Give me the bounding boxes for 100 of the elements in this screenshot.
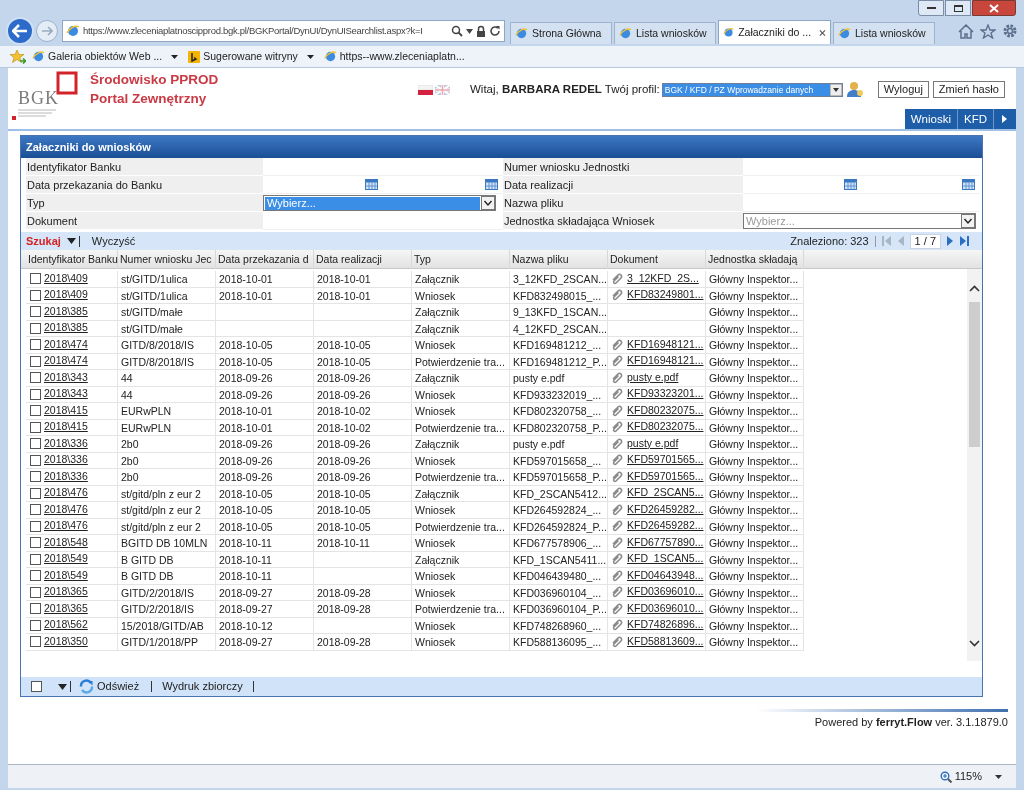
lock-icon[interactable] xyxy=(476,25,486,37)
next-page-icon[interactable] xyxy=(947,236,954,246)
row-checkbox[interactable] xyxy=(30,471,41,483)
row-checkbox[interactable] xyxy=(30,405,41,417)
favorites-icon[interactable] xyxy=(10,49,26,64)
id-link[interactable]: 2018\385 xyxy=(44,320,88,337)
browser-tab[interactable]: Załaczniki do ... xyxy=(718,20,831,44)
document-link[interactable]: KFD26459282... xyxy=(627,501,704,518)
id-link[interactable]: 2018\549 xyxy=(44,567,88,584)
document-link[interactable]: pusty e.pdf xyxy=(627,435,679,452)
id-link[interactable]: 2018\476 xyxy=(44,501,88,518)
id-link[interactable]: 2018\549 xyxy=(44,551,88,568)
id-link[interactable]: 2018\365 xyxy=(44,600,88,617)
address-bar[interactable]: https://www.zleceniaplatnoscipprod.bgk.pl/BGKPortal/DynUI/DynUISearchlist.aspx?k=I xyxy=(62,20,505,42)
back-button[interactable] xyxy=(6,17,34,45)
zoom-level[interactable]: 115% xyxy=(954,768,982,785)
caret-icon[interactable] xyxy=(66,238,76,244)
row-checkbox[interactable] xyxy=(30,339,41,351)
column-header[interactable]: Data realizacji xyxy=(314,250,412,269)
row-checkbox[interactable] xyxy=(30,322,41,334)
document-link[interactable]: KFD80232075... xyxy=(627,419,704,436)
row-checkbox[interactable] xyxy=(30,586,41,598)
page-number-field[interactable]: 1 / 7 xyxy=(909,233,941,249)
select-all-checkbox[interactable] xyxy=(31,681,42,692)
id-link[interactable]: 2018\562 xyxy=(44,617,88,634)
column-header[interactable]: Identyfikator Banku xyxy=(26,250,118,269)
search-link[interactable]: Szukaj xyxy=(26,232,61,250)
favorite-link[interactable]: https--www.zleceniaplatn... xyxy=(339,48,465,65)
id-link[interactable]: 2018\385 xyxy=(44,303,88,320)
document-link[interactable]: KFD03696010... xyxy=(627,584,704,601)
caret-icon[interactable] xyxy=(58,683,67,690)
dropdown-caret-icon[interactable] xyxy=(961,214,975,228)
calendar-icon[interactable] xyxy=(962,179,975,190)
id-link[interactable]: 2018\548 xyxy=(44,534,88,551)
search-icon[interactable] xyxy=(451,25,463,37)
id-link[interactable]: 2018\476 xyxy=(44,485,88,502)
document-link[interactable]: KFD16948121... xyxy=(627,336,704,353)
column-header[interactable]: Typ xyxy=(412,250,510,269)
calendar-icon[interactable] xyxy=(843,179,857,190)
settings-icon[interactable] xyxy=(1002,23,1018,39)
column-header[interactable]: Dokument xyxy=(608,250,706,269)
document-link[interactable]: KFD59701565... xyxy=(627,468,704,485)
browser-tab[interactable]: Strona Główna xyxy=(510,22,612,44)
row-checkbox[interactable] xyxy=(30,289,41,301)
row-checkbox[interactable] xyxy=(30,520,41,532)
row-checkbox[interactable] xyxy=(30,537,41,549)
column-header[interactable]: Nazwa pliku xyxy=(510,250,608,269)
row-checkbox[interactable] xyxy=(30,388,41,400)
clear-link[interactable]: Wyczyść xyxy=(91,232,136,250)
row-checkbox[interactable] xyxy=(30,355,41,367)
maximize-button[interactable] xyxy=(945,0,971,16)
row-checkbox[interactable] xyxy=(30,273,41,285)
document-link[interactable]: KFD80232075... xyxy=(627,402,704,419)
id-link[interactable]: 2018\476 xyxy=(44,518,88,535)
id-link[interactable]: 2018\409 xyxy=(44,287,88,304)
browser-tab[interactable]: Lista wniosków xyxy=(833,22,935,44)
document-link[interactable]: KFD26459282... xyxy=(627,518,704,535)
row-checkbox[interactable] xyxy=(30,421,41,433)
id-link[interactable]: 2018\365 xyxy=(44,584,88,601)
row-checkbox[interactable] xyxy=(30,438,41,450)
id-link[interactable]: 2018\336 xyxy=(44,452,88,469)
row-checkbox[interactable] xyxy=(30,454,41,466)
document-link[interactable]: KFD_2SCAN5... xyxy=(627,485,704,502)
row-checkbox[interactable] xyxy=(30,603,41,615)
caret-icon[interactable] xyxy=(995,774,1002,779)
id-link[interactable]: 2018\350 xyxy=(44,633,88,650)
nav-tab[interactable]: KFD xyxy=(958,109,994,129)
row-checkbox[interactable] xyxy=(30,504,41,516)
row-checkbox[interactable] xyxy=(30,570,41,582)
refresh-icon[interactable] xyxy=(489,25,501,37)
last-page-icon[interactable] xyxy=(960,236,969,246)
calendar-icon[interactable] xyxy=(365,179,378,190)
document-link[interactable]: pusty e.pdf xyxy=(627,369,679,386)
favorite-link[interactable]: Sugerowane witryny xyxy=(203,48,298,65)
id-link[interactable]: 2018\474 xyxy=(44,353,88,370)
dropdown-caret-icon[interactable] xyxy=(481,196,495,210)
calendar-icon[interactable] xyxy=(485,179,498,190)
scrollbar[interactable] xyxy=(967,269,982,661)
caret-icon[interactable] xyxy=(171,54,179,59)
nav-tab[interactable]: Wnioski xyxy=(904,109,958,129)
star-icon[interactable] xyxy=(980,23,996,39)
row-checkbox[interactable] xyxy=(30,619,41,631)
row-checkbox[interactable] xyxy=(30,306,41,318)
dropdown-caret-icon[interactable] xyxy=(466,28,473,34)
document-link[interactable]: KFD03696010... xyxy=(627,600,704,617)
caret-icon[interactable] xyxy=(306,54,314,59)
row-checkbox[interactable] xyxy=(30,487,41,499)
column-header[interactable]: Data przekazania d xyxy=(216,250,314,269)
zoom-icon[interactable] xyxy=(939,770,952,783)
browser-tab[interactable]: Lista wniosków xyxy=(614,22,716,44)
document-link[interactable]: KFD67757890... xyxy=(627,534,704,551)
id-link[interactable]: 2018\343 xyxy=(44,386,88,403)
document-link[interactable]: KFD58813609... xyxy=(627,633,704,650)
user-icon[interactable] xyxy=(845,81,864,98)
row-checkbox[interactable] xyxy=(30,636,41,648)
column-header[interactable]: Jednostka składają xyxy=(706,250,804,269)
scroll-down-icon[interactable] xyxy=(969,640,980,647)
document-link[interactable]: KFD59701565... xyxy=(627,452,704,469)
favorite-link[interactable]: Galeria obiektów Web ... xyxy=(48,48,163,65)
column-header[interactable]: Numer wniosku Jec xyxy=(118,250,216,269)
